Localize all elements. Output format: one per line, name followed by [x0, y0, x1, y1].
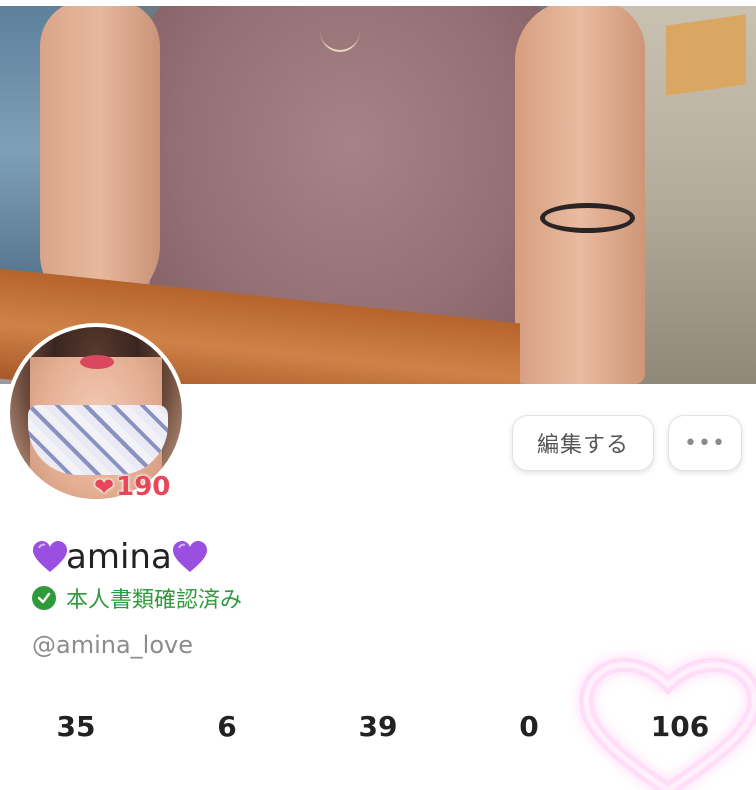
top-edge — [0, 0, 756, 6]
purple-heart-icon — [32, 540, 67, 574]
more-icon: ••• — [684, 430, 726, 456]
verified-label: 本人書類確認済み — [66, 588, 243, 613]
cover-arm-left — [40, 0, 160, 310]
avatar-garment — [28, 405, 168, 475]
cover-bracelet — [540, 203, 635, 233]
check-circle-icon — [32, 586, 56, 610]
avatar-lips — [80, 355, 114, 369]
stat-value[interactable]: 0 — [469, 710, 589, 743]
edit-profile-label: 編集する — [536, 433, 629, 458]
cover-arm-right — [515, 0, 645, 384]
stat-value[interactable]: 106 — [620, 710, 740, 743]
stat-value[interactable]: 35 — [16, 710, 136, 743]
cover-chair — [666, 14, 746, 96]
verified-status: 本人書類確認済み — [32, 582, 242, 614]
heart-icon: ❤ — [94, 473, 115, 501]
edit-profile-button[interactable]: 編集する — [512, 415, 654, 471]
display-name-text: amina — [66, 537, 172, 577]
likes-count: 190 — [116, 472, 171, 502]
purple-heart-icon — [172, 540, 207, 574]
display-name: amina — [32, 534, 207, 580]
stat-value[interactable]: 6 — [167, 710, 287, 743]
stat-value[interactable]: 39 — [318, 710, 438, 743]
more-button[interactable]: ••• — [668, 415, 742, 471]
cover-necklace — [320, 10, 360, 52]
user-handle: @amina_love — [32, 631, 193, 659]
stats-row: 35 6 39 0 106 — [0, 710, 756, 756]
likes-badge: ❤ 190 — [94, 470, 170, 504]
